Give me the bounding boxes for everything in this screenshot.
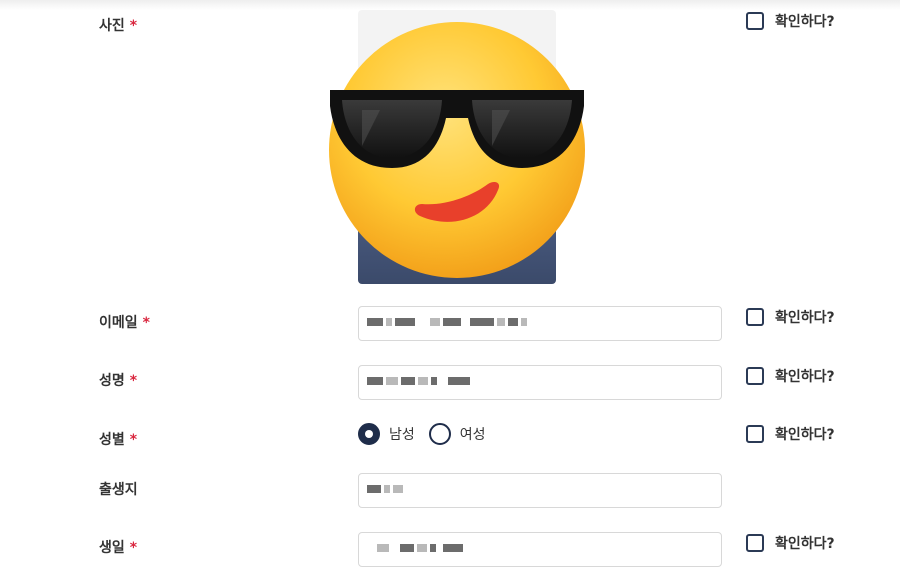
birthplace-label: 출생지: [99, 479, 138, 499]
birthday-field[interactable]: [358, 532, 722, 567]
birthplace-field-value: [367, 485, 403, 493]
birthday-label: 생일 *: [99, 537, 137, 557]
email-label: 이메일 *: [99, 312, 150, 332]
gender-label-text: 성별: [99, 432, 125, 448]
name-field[interactable]: [358, 365, 722, 400]
email-label-text: 이메일: [99, 315, 138, 331]
email-field-value: [367, 318, 527, 326]
required-mark: *: [129, 18, 138, 34]
gender-female-label[interactable]: 여성: [460, 424, 486, 444]
photo-confirm-checkbox[interactable]: [746, 12, 764, 30]
photo-confirm-label: 확인하다?: [775, 14, 835, 30]
gender-female-radio[interactable]: [428, 423, 451, 445]
birthday-label-text: 생일: [99, 540, 125, 556]
gender-male-label[interactable]: 남성: [389, 424, 415, 444]
required-mark: *: [129, 540, 138, 556]
name-field-value: [367, 377, 470, 385]
name-label-text: 성명: [99, 373, 125, 389]
name-confirm-label: 확인하다?: [775, 369, 835, 385]
email-field[interactable]: [358, 306, 722, 341]
gender-radio-group: 남성 여성: [358, 423, 500, 445]
birthday-confirm[interactable]: 확인하다?: [746, 533, 835, 553]
name-confirm[interactable]: 확인하다?: [746, 366, 835, 386]
gender-confirm-label: 확인하다?: [775, 427, 835, 443]
name-label: 성명 *: [99, 370, 137, 390]
birthday-confirm-label: 확인하다?: [775, 536, 835, 552]
required-mark: *: [129, 432, 138, 448]
birthplace-label-text: 출생지: [99, 482, 138, 498]
photo-label: 사진 *: [99, 15, 137, 35]
photo-confirm[interactable]: 확인하다?: [746, 11, 835, 31]
gender-confirm[interactable]: 확인하다?: [746, 424, 835, 444]
required-mark: *: [129, 373, 138, 389]
email-confirm-checkbox[interactable]: [746, 308, 764, 326]
gender-label: 성별 *: [99, 429, 137, 449]
name-confirm-checkbox[interactable]: [746, 367, 764, 385]
gender-male-radio[interactable]: [358, 423, 380, 445]
birthplace-field[interactable]: [358, 473, 722, 508]
email-confirm-label: 확인하다?: [775, 310, 835, 326]
sunglasses-emoji-icon: [329, 22, 585, 278]
birthday-field-value: [367, 544, 463, 552]
top-shadow: [0, 0, 900, 10]
email-confirm[interactable]: 확인하다?: [746, 307, 835, 327]
birthday-confirm-checkbox[interactable]: [746, 534, 764, 552]
required-mark: *: [142, 315, 150, 331]
gender-confirm-checkbox[interactable]: [746, 425, 764, 443]
photo-label-text: 사진: [99, 18, 125, 34]
